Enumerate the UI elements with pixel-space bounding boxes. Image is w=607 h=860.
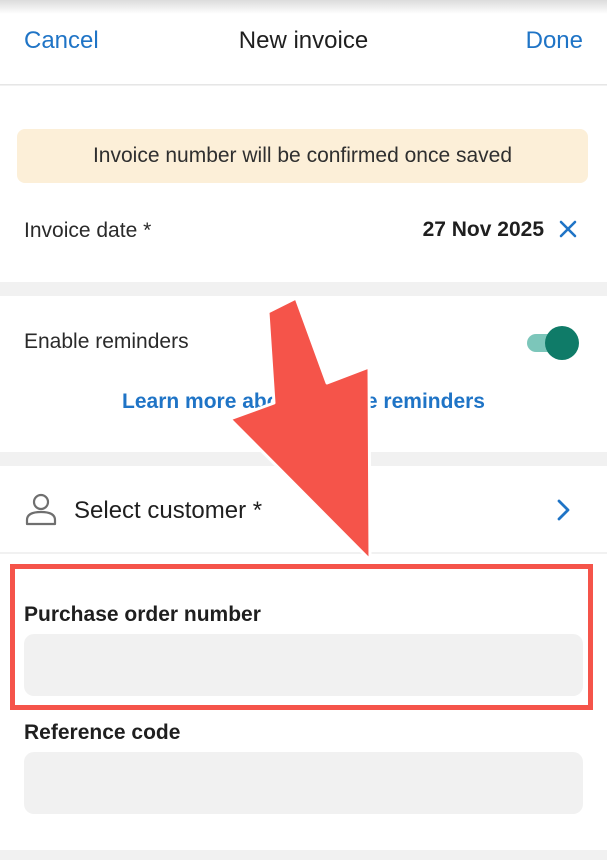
reference-fields-card: Purchase order number Reference code (0, 554, 607, 850)
person-icon (25, 493, 57, 526)
reference-code-input[interactable] (24, 752, 583, 814)
done-button[interactable]: Done (526, 27, 583, 55)
info-banner: Invoice number will be confirmed once sa… (17, 129, 588, 183)
invoice-date-label: Invoice date * (24, 219, 152, 242)
select-customer-label: Select customer * (74, 497, 263, 524)
info-banner-text: Invoice number will be confirmed once sa… (92, 144, 513, 167)
close-icon[interactable] (555, 216, 581, 242)
chevron-right-icon[interactable] (553, 498, 573, 522)
enable-reminders-toggle[interactable] (527, 326, 579, 360)
toggle-knob (545, 326, 579, 360)
learn-more-reminders-link[interactable]: Learn more about invoice reminders (0, 390, 607, 414)
enable-reminders-label: Enable reminders (24, 330, 189, 353)
select-customer-row[interactable]: Select customer * (0, 466, 607, 552)
purchase-order-number-label: Purchase order number (24, 603, 261, 626)
reference-code-label: Reference code (24, 721, 181, 744)
purchase-order-number-input[interactable] (24, 634, 583, 696)
top-navigation-bar: Cancel New invoice Done (0, 0, 607, 85)
reminders-card: Enable reminders Learn more about invoic… (0, 296, 607, 452)
invoice-date-value[interactable]: 27 Nov 2025 (423, 218, 544, 242)
page-title: New invoice (238, 27, 369, 54)
new-invoice-screen: Cancel New invoice Done Invoice number w… (0, 0, 607, 860)
invoice-details-card: Invoice number will be confirmed once sa… (0, 86, 607, 282)
